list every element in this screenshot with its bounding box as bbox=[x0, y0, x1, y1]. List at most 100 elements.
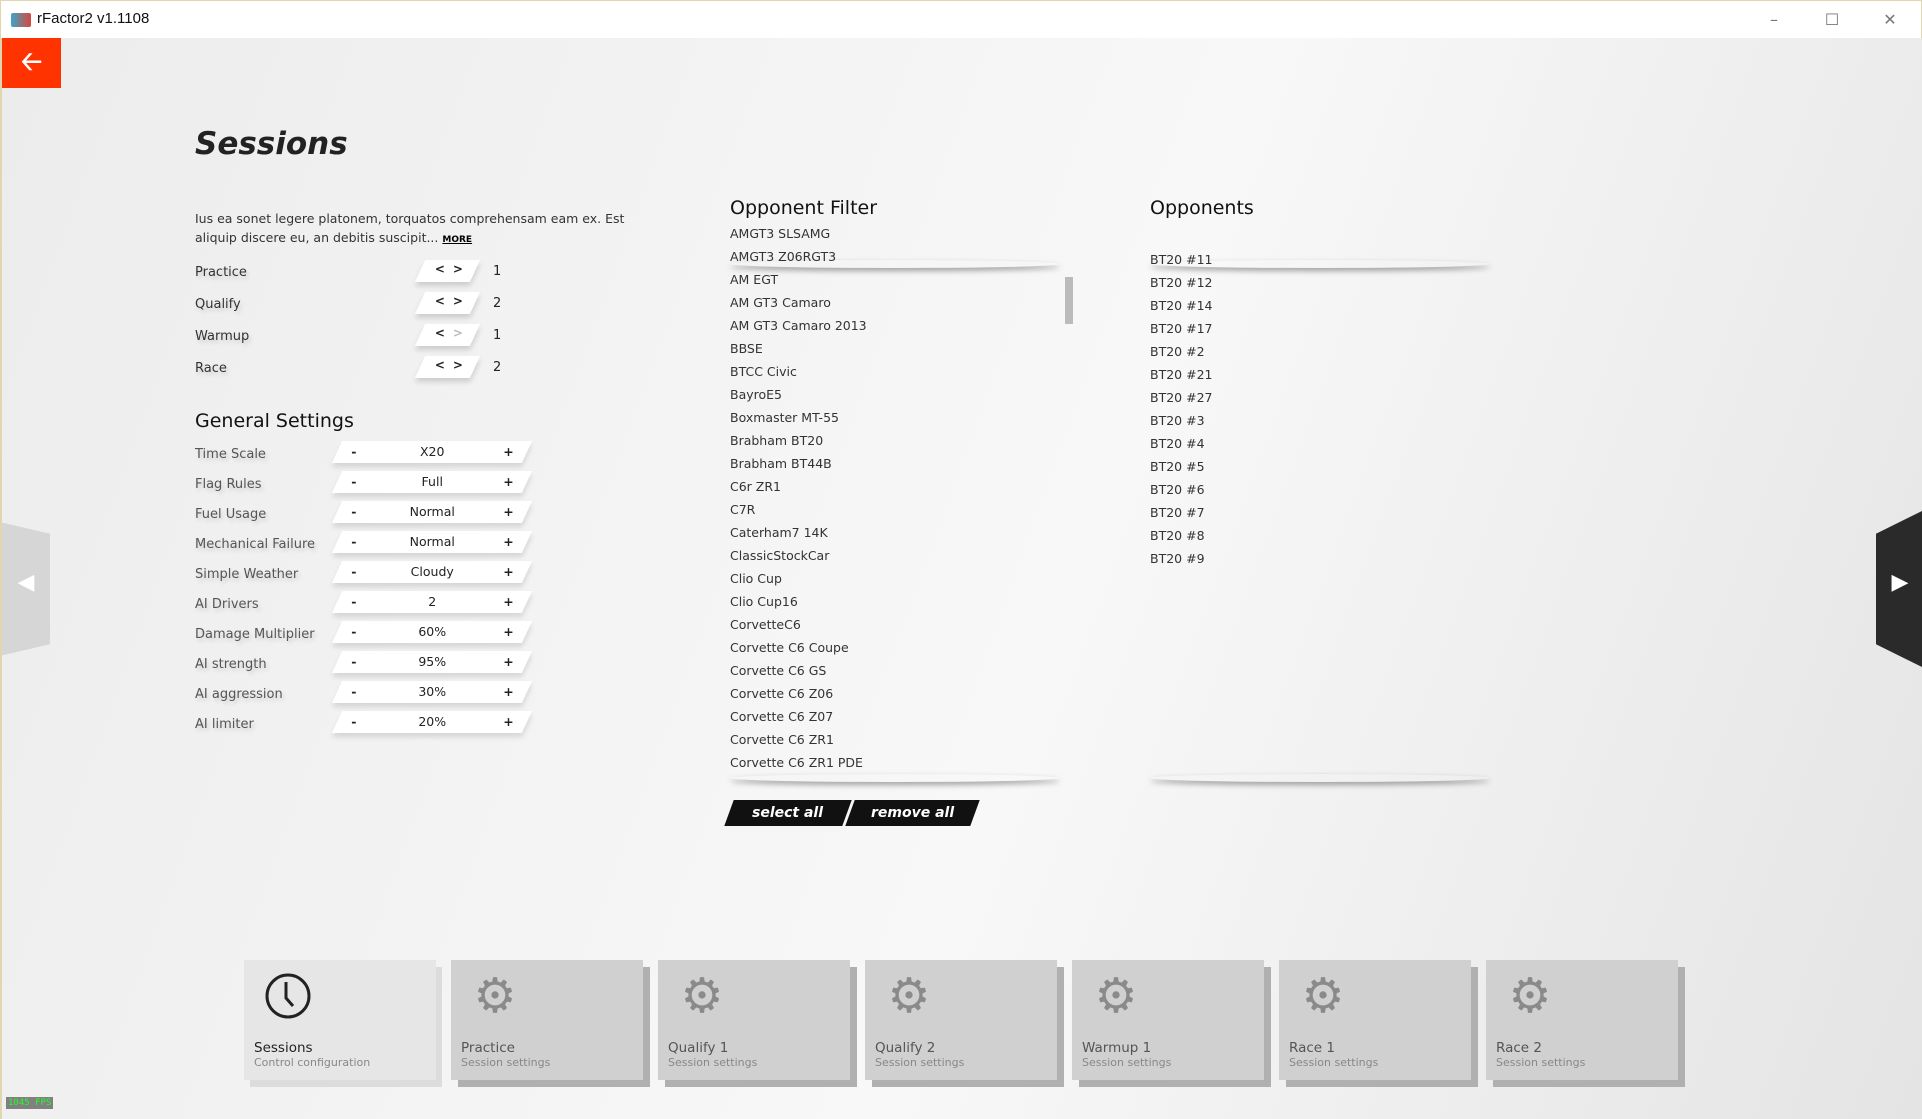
opponent-list-item[interactable]: BT20 #6 bbox=[1150, 478, 1490, 501]
tile-qualify-2[interactable]: ⚙ Qualify 2 Session settings bbox=[865, 960, 1057, 1080]
plus-button[interactable]: + bbox=[503, 564, 513, 579]
opponent-list-item[interactable]: BT20 #21 bbox=[1150, 363, 1490, 386]
plus-button[interactable]: + bbox=[503, 624, 513, 639]
setting-label: AI aggression bbox=[195, 687, 283, 702]
setting-label: Fuel Usage bbox=[195, 507, 267, 522]
filter-list-item[interactable]: AMGT3 SLSAMG bbox=[730, 222, 1060, 245]
filter-list-item[interactable]: Corvette C6 Z07 bbox=[730, 705, 1060, 728]
tile-title: Qualify 2 bbox=[875, 1040, 936, 1056]
session-count: 2 bbox=[493, 296, 502, 311]
select-all-label: select all bbox=[752, 805, 824, 821]
setting-row: Simple Weather - Cloudy + bbox=[195, 561, 535, 587]
page-title: Sessions bbox=[195, 126, 348, 162]
filter-list-item[interactable]: C6r ZR1 bbox=[730, 475, 1060, 498]
opponent-list-item[interactable]: BT20 #7 bbox=[1150, 501, 1490, 524]
session-label: Practice bbox=[195, 265, 247, 280]
filter-list-item[interactable]: AM EGT bbox=[730, 268, 1060, 291]
gear-icon: ⚙ bbox=[1301, 968, 1345, 1024]
general-settings-title: General Settings bbox=[195, 410, 354, 432]
tile-race-2[interactable]: ⚙ Race 2 Session settings bbox=[1486, 960, 1678, 1080]
opponent-list-item[interactable]: BT20 #9 bbox=[1150, 547, 1490, 570]
decrement-button[interactable]: < bbox=[435, 262, 445, 276]
close-button[interactable]: ✕ bbox=[1867, 7, 1913, 33]
filter-list-item[interactable]: Corvette C6 Coupe bbox=[730, 636, 1060, 659]
tile-qualify-1[interactable]: ⚙ Qualify 1 Session settings bbox=[658, 960, 850, 1080]
description: Ius ea sonet legere platonem, torquatos … bbox=[195, 209, 655, 250]
opponent-list-item[interactable]: BT20 #17 bbox=[1150, 317, 1490, 340]
setting-label: Mechanical Failure bbox=[195, 537, 316, 552]
increment-button[interactable]: > bbox=[453, 262, 463, 276]
tile-subtitle: Session settings bbox=[875, 1056, 965, 1069]
filter-list-item[interactable]: Caterham7 14K bbox=[730, 521, 1060, 544]
plus-button[interactable]: + bbox=[503, 444, 513, 459]
filter-list-item[interactable]: Clio Cup16 bbox=[730, 590, 1060, 613]
filter-list-item[interactable]: BTCC Civic bbox=[730, 360, 1060, 383]
filter-list-item[interactable]: BBSE bbox=[730, 337, 1060, 360]
decrement-button[interactable]: < bbox=[435, 294, 445, 308]
increment-button[interactable]: > bbox=[453, 326, 463, 340]
increment-button[interactable]: > bbox=[453, 294, 463, 308]
tile-race-1[interactable]: ⚙ Race 1 Session settings bbox=[1279, 960, 1471, 1080]
select-all-button[interactable]: select all bbox=[724, 800, 852, 826]
filter-list-item[interactable]: C7R bbox=[730, 498, 1060, 521]
caret-right-icon: ▶ bbox=[1891, 570, 1909, 595]
tile-sessions[interactable]: Sessions Control configuration bbox=[244, 960, 436, 1080]
window-title: rFactor2 v1.1108 bbox=[37, 10, 150, 27]
maximize-button[interactable]: ☐ bbox=[1809, 7, 1855, 33]
opponent-list-item[interactable]: BT20 #5 bbox=[1150, 455, 1490, 478]
filter-list-item[interactable]: Corvette C6 ZR1 bbox=[730, 728, 1060, 751]
decrement-button[interactable]: < bbox=[435, 358, 445, 372]
decrement-button[interactable]: < bbox=[435, 326, 445, 340]
clock-icon bbox=[262, 970, 314, 1022]
filter-list-item[interactable]: AM GT3 Camaro 2013 bbox=[730, 314, 1060, 337]
plus-button[interactable]: + bbox=[503, 684, 513, 699]
increment-button[interactable]: > bbox=[453, 358, 463, 372]
opponent-filter-list[interactable]: AMGT3 SLSAMG AMGT3 Z06RGT3 AM EGT AM GT3 Ca… bbox=[730, 222, 1060, 774]
plus-button[interactable]: + bbox=[503, 714, 513, 729]
tile-warmup-1[interactable]: ⚙ Warmup 1 Session settings bbox=[1072, 960, 1264, 1080]
session-row: Warmup < >1 bbox=[195, 324, 535, 350]
filter-list-item[interactable]: CorvetteC6 bbox=[730, 613, 1060, 636]
back-button[interactable]: 🡠 bbox=[2, 38, 61, 88]
opponent-list-item[interactable]: BT20 #14 bbox=[1150, 294, 1490, 317]
setting-label: Time Scale bbox=[195, 447, 266, 462]
plus-button[interactable]: + bbox=[503, 474, 513, 489]
setting-control: -2 + bbox=[331, 591, 533, 613]
opponent-list-item[interactable]: BT20 #3 bbox=[1150, 409, 1490, 432]
plus-button[interactable]: + bbox=[503, 534, 513, 549]
opponent-list-item[interactable]: BT20 #4 bbox=[1150, 432, 1490, 455]
setting-label: AI strength bbox=[195, 657, 267, 672]
opponents-list[interactable]: BT20 #11 BT20 #12 BT20 #14 BT20 #17 BT20 #2 B… bbox=[1150, 248, 1490, 800]
opponent-list-item[interactable]: BT20 #2 bbox=[1150, 340, 1490, 363]
plus-button[interactable]: + bbox=[503, 594, 513, 609]
opponents-title: Opponents bbox=[1150, 197, 1254, 219]
minimize-button[interactable]: – bbox=[1751, 7, 1797, 33]
filter-list-item[interactable]: Corvette C6 Z06 bbox=[730, 682, 1060, 705]
filter-list-item[interactable]: Boxmaster MT-55 bbox=[730, 406, 1060, 429]
gear-icon: ⚙ bbox=[887, 968, 931, 1024]
filter-list-item[interactable]: Brabham BT44B bbox=[730, 452, 1060, 475]
filter-scrollbar[interactable] bbox=[1065, 277, 1073, 324]
remove-all-label: remove all bbox=[870, 805, 955, 821]
filter-list-item[interactable]: Clio Cup bbox=[730, 567, 1060, 590]
filter-list-item[interactable]: Brabham BT20 bbox=[730, 429, 1060, 452]
filter-list-item[interactable]: Corvette C6 ZR1 PDE bbox=[730, 751, 1060, 774]
session-row: Race < >2 bbox=[195, 356, 535, 382]
plus-button[interactable]: + bbox=[503, 654, 513, 669]
tile-subtitle: Session settings bbox=[1289, 1056, 1379, 1069]
prev-page-button[interactable]: ◀ bbox=[2, 522, 50, 656]
opponent-list-item[interactable]: BT20 #8 bbox=[1150, 524, 1490, 547]
remove-all-button[interactable]: remove all bbox=[845, 800, 980, 826]
filter-list-item[interactable]: Corvette C6 GS bbox=[730, 659, 1060, 682]
plus-button[interactable]: + bbox=[503, 504, 513, 519]
filter-list-item[interactable]: AM GT3 Camaro bbox=[730, 291, 1060, 314]
filter-list-item[interactable]: BayroE5 bbox=[730, 383, 1060, 406]
next-page-button[interactable]: ▶ bbox=[1876, 510, 1922, 668]
tile-practice[interactable]: ⚙ Practice Session settings bbox=[451, 960, 643, 1080]
opponent-list-item[interactable]: BT20 #27 bbox=[1150, 386, 1490, 409]
setting-label: Flag Rules bbox=[195, 477, 262, 492]
caret-left-icon: ◀ bbox=[17, 570, 35, 595]
more-link[interactable]: MORE bbox=[442, 235, 472, 245]
opponent-list-item[interactable]: BT20 #12 bbox=[1150, 271, 1490, 294]
filter-list-item[interactable]: ClassicStockCar bbox=[730, 544, 1060, 567]
